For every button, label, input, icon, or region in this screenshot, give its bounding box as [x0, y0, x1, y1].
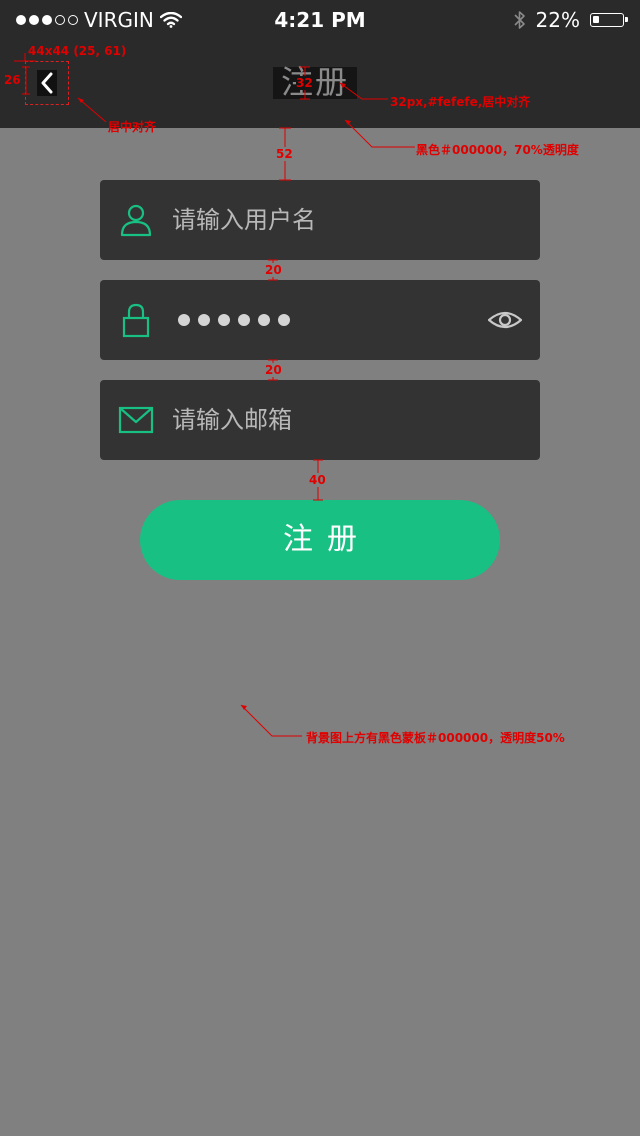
annotation-header-spec: 黑色＃000000，70%透明度 — [416, 143, 579, 157]
password-mask-dot — [218, 314, 230, 326]
email-field[interactable]: 请输入邮箱 — [100, 380, 540, 460]
register-button[interactable]: 注册 — [140, 500, 500, 580]
password-mask-dot — [238, 314, 250, 326]
page-title-box: 注册 — [273, 63, 357, 101]
password-input[interactable] — [178, 314, 290, 326]
annotation-back-size: 44x44 (25, 61) — [28, 44, 127, 58]
annotation-gap-top: 52 — [276, 147, 293, 161]
annotation-title-size: 32 — [296, 76, 313, 90]
email-input[interactable]: 请输入邮箱 — [172, 380, 292, 460]
annotation-gap-btn: 40 — [309, 473, 326, 487]
password-mask-dot — [178, 314, 190, 326]
annotation-title-spec: 32px,#fefefe,居中对齐 — [390, 95, 531, 109]
page-title: 注册 — [280, 63, 349, 101]
username-input[interactable]: 请输入用户名 — [172, 180, 316, 260]
lock-icon — [122, 303, 150, 338]
back-button[interactable] — [25, 61, 69, 105]
battery-icon — [590, 13, 628, 27]
battery-percent: 22% — [535, 8, 580, 32]
chevron-left-icon — [41, 72, 53, 94]
eye-icon[interactable] — [488, 304, 522, 336]
annotation-gap-1: 20 — [265, 263, 282, 277]
annotation-back-align: 居中对齐 — [108, 120, 157, 134]
mail-icon — [118, 406, 154, 434]
username-field[interactable]: 请输入用户名 — [100, 180, 540, 260]
password-mask-dot — [198, 314, 210, 326]
annotation-mask-spec: 背景图上方有黑色蒙板＃000000，透明度50% — [306, 731, 565, 745]
password-mask-dot — [278, 314, 290, 326]
user-icon — [120, 204, 152, 237]
annotation-gap-2: 20 — [265, 363, 282, 377]
bluetooth-icon — [513, 11, 525, 29]
status-bar: VIRGIN 4:21 PM 22% — [0, 0, 640, 40]
navigation-header: VIRGIN 4:21 PM 22% 注册 — [0, 0, 640, 128]
password-field[interactable] — [100, 280, 540, 360]
battery-group: 22% — [513, 8, 628, 32]
annotation-back-side: 26 — [4, 73, 21, 87]
password-mask-dot — [258, 314, 270, 326]
